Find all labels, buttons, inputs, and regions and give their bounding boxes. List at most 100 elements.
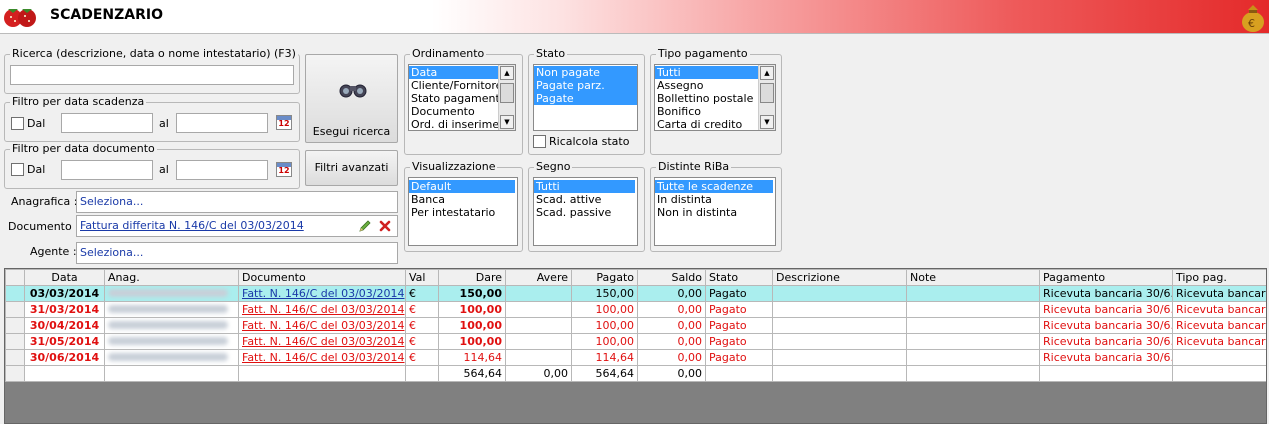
cell-stato: Pagato [705,317,773,334]
cell-descrizione [772,349,907,366]
documento-to-field[interactable] [176,160,268,180]
table-row[interactable]: 03/03/2014 Fatt. N. 146/C del 03/03/2014… [5,285,1266,302]
list-item[interactable]: Non pagate [534,66,637,79]
list-item[interactable]: Pagate [534,92,637,105]
cell-documento-link[interactable]: Fatt. N. 146/C del 03/03/2014 [238,301,406,318]
column-header[interactable]: Saldo [637,269,706,286]
list-item[interactable]: Tutte le scadenze [655,180,773,193]
cell-descrizione [772,333,907,350]
cell-avere [505,349,572,366]
column-header[interactable]: Tipo pag. [1172,269,1266,286]
table-row[interactable]: 30/04/2014 Fatt. N. 146/C del 03/03/2014… [5,317,1266,334]
column-header[interactable]: Data [24,269,105,286]
cell-val: € [405,285,439,302]
anagrafica-field[interactable]: Seleziona... [76,191,398,213]
scroll-up-icon[interactable]: ▲ [500,66,514,80]
cell-val: € [405,317,439,334]
scadenza-to-field[interactable] [176,113,268,133]
ricalcola-checkbox[interactable] [533,135,546,148]
cell-stato: Pagato [705,349,773,366]
list-item[interactable]: Carta di credito [655,118,775,130]
list-item[interactable]: Non in distinta [655,206,775,219]
cell-saldo: 0,00 [637,317,706,334]
table-row[interactable]: 31/05/2014 Fatt. N. 146/C del 03/03/2014… [5,333,1266,350]
scroll-thumb[interactable] [500,83,514,103]
app-title: SCADENZARIO [50,7,163,23]
stato-list[interactable]: Non pagate Pagate parz. Pagate [533,64,638,131]
ordinamento-list[interactable]: Data Cliente/Fornitore Stato pagamento D… [408,64,516,131]
scroll-thumb[interactable] [760,83,774,103]
cell-documento-link[interactable]: Fatt. N. 146/C del 03/03/2014 [238,333,406,350]
scadenza-from-checkbox[interactable] [11,117,24,130]
list-item[interactable]: Scad. attive [534,193,637,206]
list-item[interactable]: Default [409,180,515,193]
cell-empty [1039,365,1173,382]
documento-from-checkbox[interactable] [11,163,24,176]
list-item[interactable]: Bonifico [655,105,775,118]
column-header[interactable]: Val [405,269,439,286]
anagrafica-label: Anagrafica : [11,195,78,208]
cell-pagato: 100,00 [571,317,638,334]
money-bag-icon: € [1242,5,1264,32]
cell-dare: 100,00 [438,333,506,350]
scrollbar[interactable]: ▲ ▼ [758,65,775,130]
distinte-list[interactable]: Tutte le scadenze In distinta Non in dis… [654,177,776,246]
list-item[interactable]: Tutti [655,66,758,79]
title-bar [0,0,1269,34]
edit-pencil-icon[interactable] [358,219,372,233]
column-header[interactable]: Documento [238,269,406,286]
cell-documento-link[interactable]: Fatt. N. 146/C del 03/03/2014 [238,349,406,366]
cell-documento-link[interactable]: Fatt. N. 146/C del 03/03/2014 [238,285,406,302]
total-dare: 564,64 [438,365,506,382]
list-item[interactable]: Pagate parz. [534,79,637,92]
tipo-pagamento-group-label: Tipo pagamento [656,47,750,61]
visualizzazione-list[interactable]: Default Banca Per intestatario [408,177,518,246]
scroll-down-icon[interactable]: ▼ [500,115,514,129]
list-item[interactable]: Scad. passive [534,206,637,219]
tipo-pagamento-list[interactable]: Tutti Assegno Bollettino postale Bonific… [654,64,776,131]
table-row[interactable]: 30/06/2014 Fatt. N. 146/C del 03/03/2014… [5,349,1266,366]
list-item[interactable]: Banca [409,193,517,206]
column-header[interactable]: Pagato [571,269,638,286]
cell-saldo: 0,00 [637,285,706,302]
advanced-filters-button[interactable]: Filtri avanzati [305,150,398,186]
execute-search-label: Esegui ricerca [312,125,391,138]
list-item[interactable]: Per intestatario [409,206,517,219]
column-header[interactable]: Avere [505,269,572,286]
documento-field[interactable]: Fattura differita N. 146/C del 03/03/201… [76,215,398,237]
column-header[interactable]: Anag. [104,269,239,286]
column-header[interactable]: Note [906,269,1040,286]
list-item[interactable]: Data [409,66,498,79]
list-item[interactable]: Tutti [534,180,635,193]
cell-avere [505,317,572,334]
table-row[interactable]: 31/03/2014 Fatt. N. 146/C del 03/03/2014… [5,301,1266,318]
column-header[interactable]: Dare [438,269,506,286]
cell-tipo: Ricevuta bancaria [1172,333,1266,350]
scadenza-from-field[interactable] [61,113,153,133]
calendar-icon[interactable]: 12 [276,162,292,177]
documento-link[interactable]: Fattura differita N. 146/C del 03/03/201… [80,219,304,232]
cell-empty [24,365,105,382]
calendar-icon[interactable]: 12 [276,115,292,130]
scrollbar[interactable]: ▲ ▼ [498,65,515,130]
column-header[interactable]: Pagamento [1039,269,1173,286]
segno-list[interactable]: Tutti Scad. attive Scad. passive [533,177,638,246]
documento-from-field[interactable] [61,160,153,180]
totals-row: 564,64 0,00 564,64 0,00 [5,365,1266,382]
column-header[interactable]: Descrizione [772,269,907,286]
cell-documento-link[interactable]: Fatt. N. 146/C del 03/03/2014 [238,317,406,334]
search-input[interactable] [10,65,294,85]
scroll-up-icon[interactable]: ▲ [760,66,774,80]
list-item[interactable]: In distinta [655,193,775,206]
column-header[interactable]: Stato [705,269,773,286]
cell-note [906,349,1040,366]
execute-search-button[interactable]: Esegui ricerca [305,54,398,143]
scroll-down-icon[interactable]: ▼ [760,115,774,129]
agente-field[interactable]: Seleziona... [76,242,398,264]
list-item[interactable]: Bollettino postale [655,92,775,105]
cell-pagato: 114,64 [571,349,638,366]
delete-x-icon[interactable] [379,220,391,232]
cell-tipo: Ricevuta bancaria [1172,285,1266,302]
scadenze-grid[interactable]: Data Anag. Documento Val Dare Avere Paga… [4,268,1267,424]
list-item[interactable]: Assegno [655,79,775,92]
